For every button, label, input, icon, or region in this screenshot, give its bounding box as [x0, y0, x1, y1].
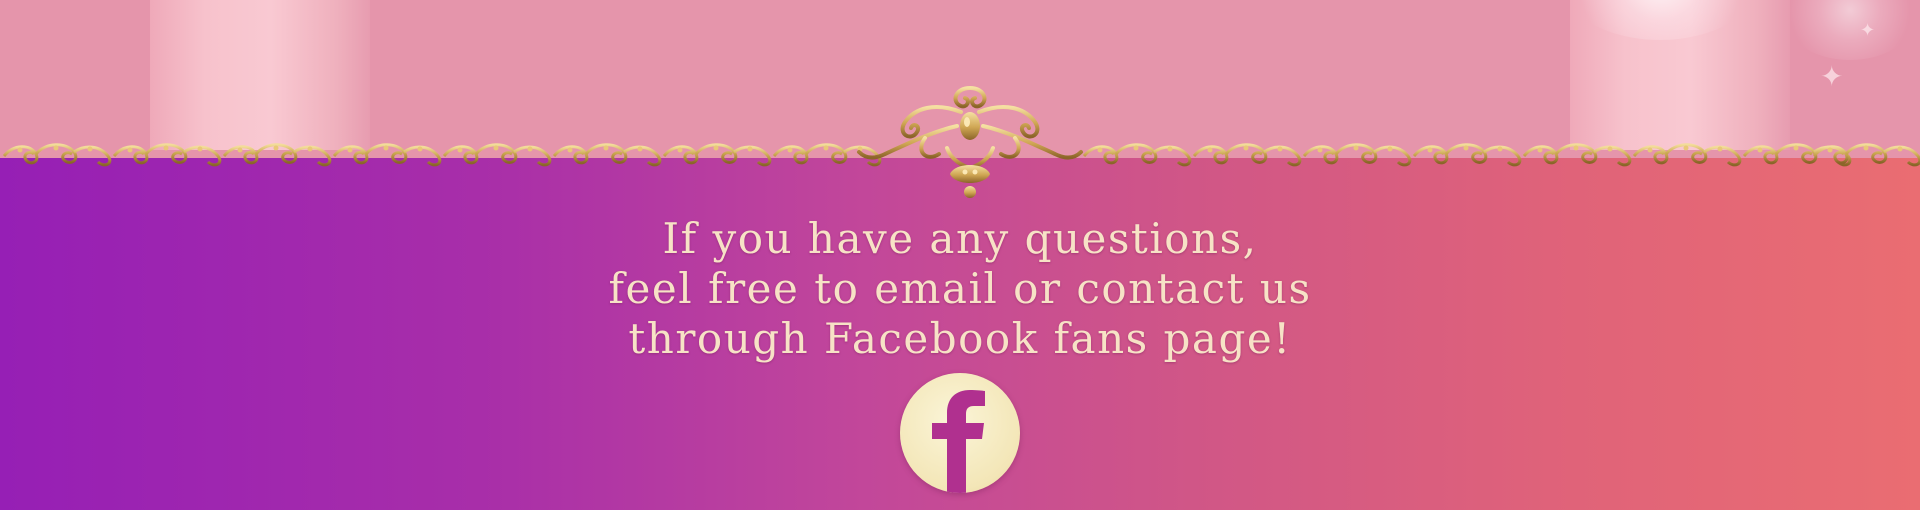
- facebook-button[interactable]: [900, 373, 1020, 493]
- left-pillar: [150, 0, 370, 150]
- facebook-icon: [932, 390, 985, 493]
- message-line: feel free to email or contact us: [608, 264, 1312, 313]
- light-glow: [1780, 0, 1920, 60]
- contact-message: If you have any questions, feel free to …: [560, 214, 1360, 364]
- sparkle-icon: ✦: [1860, 20, 1876, 41]
- ornament-crest: [857, 86, 1083, 198]
- message-line: If you have any questions,: [662, 214, 1258, 263]
- sparkle-icon: ✦: [1820, 60, 1844, 93]
- message-line: through Facebook fans page!: [628, 314, 1292, 363]
